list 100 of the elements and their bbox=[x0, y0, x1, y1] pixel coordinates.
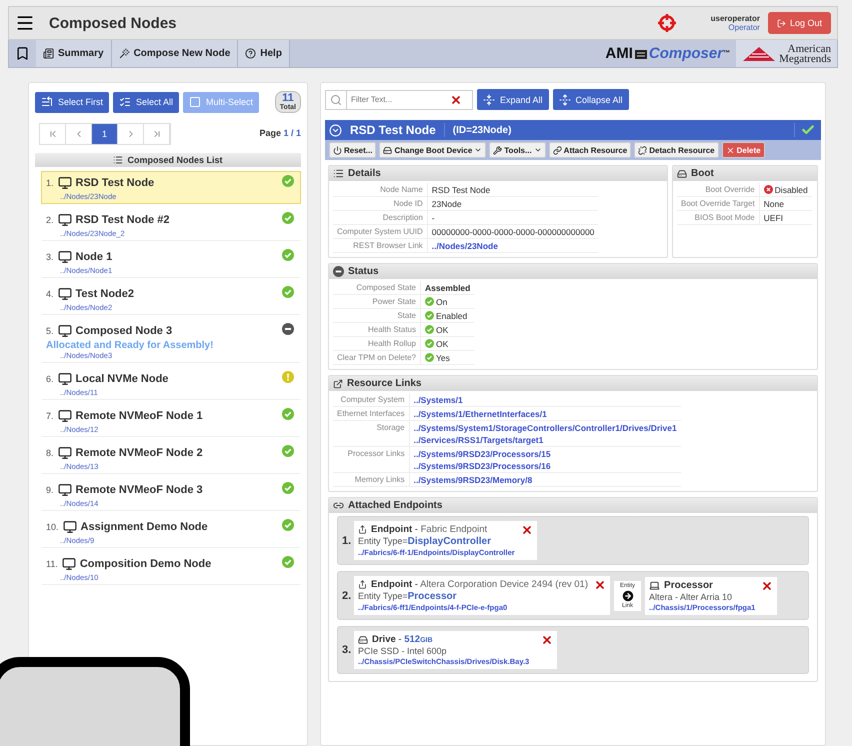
field-label: Node ID bbox=[333, 197, 428, 211]
page-indicator: Page 1 / 1 bbox=[259, 128, 301, 138]
filter-field[interactable]: Filter Text... bbox=[325, 90, 473, 110]
crosshair-logo-icon bbox=[656, 13, 677, 33]
field-label: Health Rollup bbox=[333, 337, 421, 351]
resource-link[interactable]: ../Systems/9RSD23/Processors/16 bbox=[414, 460, 551, 470]
action-button[interactable]: Change Boot Device bbox=[379, 142, 486, 158]
monitor-icon bbox=[62, 520, 77, 534]
collapse-icon bbox=[558, 94, 571, 106]
company-logo: American Megatrends bbox=[736, 40, 837, 67]
field-value: RSD Test Node bbox=[428, 183, 598, 197]
clear-icon[interactable] bbox=[450, 94, 462, 106]
resource-link[interactable]: ../Systems/9RSD23/Memory/8 bbox=[414, 474, 532, 484]
list-icon bbox=[41, 96, 53, 108]
status-value: On bbox=[421, 295, 474, 309]
share-icon bbox=[358, 525, 367, 534]
caret-icon bbox=[534, 146, 542, 154]
select-button[interactable]: Select All bbox=[113, 92, 180, 112]
rest-link[interactable]: ../Nodes/23Node bbox=[432, 240, 498, 250]
status-value: Disabled bbox=[760, 183, 812, 197]
nav-tab[interactable]: Help bbox=[238, 40, 290, 67]
field-label: Boot Override Target bbox=[677, 197, 760, 211]
nav-tab[interactable]: Summary bbox=[36, 40, 112, 67]
monitor-icon bbox=[58, 372, 72, 386]
field-label: Computer System bbox=[333, 393, 410, 407]
link-icon bbox=[333, 500, 344, 511]
wand-icon bbox=[118, 48, 130, 59]
monitor-icon bbox=[58, 250, 72, 264]
processor-description: Altera - Alter Arria 10 bbox=[649, 592, 734, 602]
action-button[interactable]: Delete bbox=[722, 142, 765, 158]
field-label: State bbox=[333, 309, 421, 323]
monitor-icon bbox=[58, 409, 72, 423]
field-label: Clear TPM on Delete? bbox=[333, 351, 421, 365]
field-label: REST Browser Link bbox=[333, 239, 428, 253]
close-icon bbox=[726, 146, 735, 154]
logout-button[interactable]: Log Out bbox=[768, 12, 831, 34]
monitor-icon bbox=[58, 287, 72, 301]
list-icon bbox=[333, 168, 344, 179]
section-title: Boot bbox=[691, 168, 714, 179]
monitor-icon bbox=[58, 446, 72, 460]
summary-icon bbox=[43, 48, 54, 59]
field-label: Description bbox=[333, 211, 428, 225]
field-label: Power State bbox=[333, 295, 421, 309]
resource-link[interactable]: ../Systems/1 bbox=[414, 394, 463, 404]
node-id: (ID=23Node) bbox=[452, 124, 512, 136]
field-label: Boot Override bbox=[677, 183, 760, 197]
resource-link[interactable]: ../Systems/9RSD23/Processors/15 bbox=[414, 448, 551, 458]
collapse-icon[interactable] bbox=[329, 124, 342, 136]
section-title: Resource Links bbox=[347, 378, 422, 389]
status-value: OK bbox=[421, 323, 474, 337]
action-button[interactable]: Reset... bbox=[329, 142, 376, 158]
row-number: 1. bbox=[342, 534, 352, 546]
field-label: Processor Links bbox=[333, 447, 410, 473]
nav-tab[interactable]: Compose New Node bbox=[112, 40, 238, 67]
help-icon bbox=[245, 48, 256, 59]
field-value: 23Node bbox=[428, 197, 598, 211]
field-label: Computer System UUID bbox=[333, 225, 428, 239]
action-button[interactable]: Detach Resource bbox=[634, 142, 719, 158]
status-value: Yes bbox=[421, 351, 474, 365]
wrench-icon bbox=[493, 146, 502, 154]
remove-icon[interactable] bbox=[541, 634, 554, 646]
field-label: Storage bbox=[333, 421, 410, 447]
expand-button[interactable]: Collapse All bbox=[552, 89, 629, 110]
checkbox-icon bbox=[189, 96, 202, 108]
user-name: useroperator bbox=[710, 14, 760, 23]
monitor-icon bbox=[58, 213, 72, 227]
field-value: - bbox=[428, 211, 598, 225]
remove-icon[interactable] bbox=[520, 524, 533, 536]
first-page-icon bbox=[48, 129, 58, 139]
field-value: 00000000-0000-0000-0000-000000000000 bbox=[428, 225, 598, 239]
drive-icon bbox=[383, 146, 392, 154]
resource-link[interactable]: ../Systems/1/EthernetInterfaces/1 bbox=[414, 408, 547, 418]
expand-icon bbox=[483, 94, 495, 106]
field-label: Health Status bbox=[333, 323, 421, 337]
power-icon bbox=[333, 146, 342, 154]
remove-icon[interactable] bbox=[761, 580, 774, 592]
remove-icon[interactable] bbox=[594, 579, 606, 591]
field-label: BIOS Boot Mode bbox=[677, 211, 760, 225]
select-button[interactable]: Select First bbox=[35, 92, 110, 112]
search-icon bbox=[330, 94, 342, 106]
user-role: Operator bbox=[728, 23, 760, 32]
list-icon bbox=[113, 155, 124, 165]
resource-link[interactable]: ../Systems/System1/StorageControllers/Controller1/Drives/Drive1 bbox=[414, 422, 677, 432]
laptop-icon bbox=[649, 580, 660, 590]
field-value: None bbox=[760, 197, 812, 211]
monitor-icon bbox=[58, 176, 72, 190]
row-number: 2. bbox=[342, 590, 352, 602]
action-button[interactable]: Tools... bbox=[489, 142, 546, 158]
resource-link[interactable]: ../Services/RSS1/Targets/target1 bbox=[414, 434, 544, 444]
endpoint-title: Endpoint - Altera Corporation Device 2494 (rev 01) bbox=[371, 579, 588, 590]
caret-icon bbox=[474, 146, 482, 154]
checklist-icon bbox=[119, 96, 132, 108]
share-icon bbox=[358, 580, 367, 589]
pager-button[interactable]: 1 bbox=[92, 124, 118, 144]
monitor-icon bbox=[62, 557, 76, 571]
expand-button[interactable]: Expand All bbox=[477, 89, 549, 110]
action-button[interactable]: Attach Resource bbox=[548, 142, 632, 158]
monitor-icon bbox=[58, 483, 72, 497]
section-title: Details bbox=[348, 168, 381, 179]
field-label: Node Name bbox=[333, 183, 428, 197]
